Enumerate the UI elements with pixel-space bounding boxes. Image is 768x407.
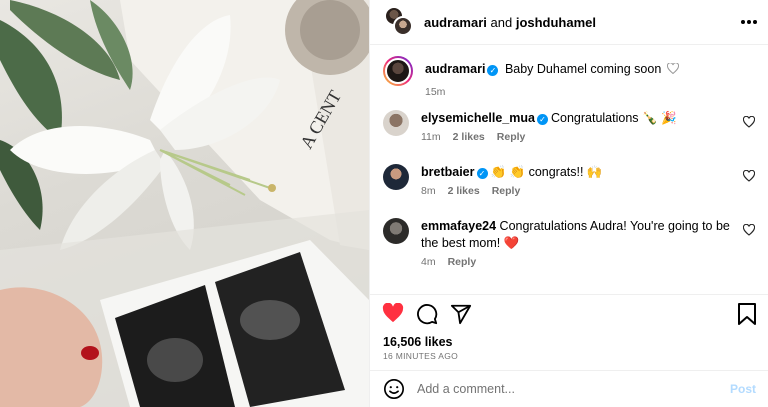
comment-input[interactable] [417, 382, 730, 396]
username-link[interactable]: joshduhamel [516, 15, 596, 30]
comment-item: emmafaye24 Congratulations Audra! You're… [383, 218, 755, 268]
like-heart-filled-icon[interactable] [382, 303, 404, 323]
likes-count[interactable]: 16,506 likes [383, 335, 453, 349]
comment-item: bretbaier ✓ 👏 👏 congrats!! 🙌 8m 2 likes Repl… [383, 164, 755, 197]
username-link[interactable]: audramari [425, 62, 485, 76]
username-link[interactable]: bretbaier [421, 165, 475, 179]
reply-button[interactable]: Reply [497, 131, 526, 143]
add-comment-bar: Post [370, 370, 768, 407]
post-header: audramari and joshduhamel [370, 0, 768, 45]
post-time: 16 MINUTES AGO [383, 351, 459, 361]
reply-button[interactable]: Reply [492, 185, 521, 197]
ultrasound-lily-photo: A CENT [0, 0, 369, 407]
comment-likes-link[interactable]: 2 likes [453, 131, 485, 143]
avatar [385, 58, 411, 84]
caption: audramari ✓ Baby Duhamel coming soon 15m [383, 56, 755, 98]
verified-badge-icon: ✓ [536, 114, 548, 125]
emoji-icon[interactable] [383, 378, 405, 400]
action-icons [382, 303, 472, 325]
like-comment-heart-icon[interactable] [743, 116, 755, 128]
collab-usernames: audramari and joshduhamel [424, 15, 596, 30]
comment-time: 11m [421, 131, 441, 143]
avatar[interactable] [383, 110, 409, 136]
comment-time: 8m [421, 185, 436, 197]
comment-likes-link[interactable]: 2 likes [448, 185, 480, 197]
reply-button[interactable]: Reply [448, 256, 477, 268]
conjunction-text: and [490, 14, 513, 30]
heart-outline-icon [666, 62, 679, 75]
save-button[interactable] [737, 303, 757, 325]
story-ring-avatar[interactable] [383, 56, 413, 86]
post-button[interactable]: Post [730, 382, 756, 396]
avatar[interactable] [383, 164, 409, 190]
more-options-button[interactable] [740, 12, 758, 30]
comment-text: Congratulations 🍾 🎉 [550, 111, 677, 125]
post-panel: audramari and joshduhamel audramari ✓ Bab… [369, 0, 768, 407]
bookmark-icon [738, 303, 756, 325]
username-link[interactable]: elysemichelle_mua [421, 111, 535, 125]
like-comment-heart-icon[interactable] [743, 224, 755, 236]
share-send-icon[interactable] [450, 303, 472, 325]
post-actions: 16,506 likes 16 MINUTES AGO Post [370, 294, 768, 406]
comments-list: audramari ✓ Baby Duhamel coming soon 15m … [370, 46, 768, 294]
avatar[interactable] [393, 16, 413, 36]
comment-time: 4m [421, 256, 436, 268]
comment-time: 15m [425, 86, 446, 98]
comment-text: 👏 👏 congrats!! 🙌 [490, 165, 603, 179]
like-comment-heart-icon[interactable] [743, 170, 755, 182]
collab-avatars[interactable] [384, 6, 414, 38]
comment-bubble-icon[interactable] [416, 303, 438, 325]
username-link[interactable]: emmafaye24 [421, 219, 496, 233]
username-link[interactable]: audramari [424, 15, 487, 30]
caption-text: Baby Duhamel coming soon [504, 62, 662, 76]
verified-badge-icon: ✓ [487, 65, 499, 76]
more-horizontal-icon [741, 20, 757, 24]
avatar[interactable] [383, 218, 409, 244]
verified-badge-icon: ✓ [476, 168, 488, 179]
comment-item: elysemichelle_mua ✓ Congratulations 🍾 🎉 11… [383, 110, 755, 143]
post-photo[interactable]: A CENT [0, 0, 369, 407]
